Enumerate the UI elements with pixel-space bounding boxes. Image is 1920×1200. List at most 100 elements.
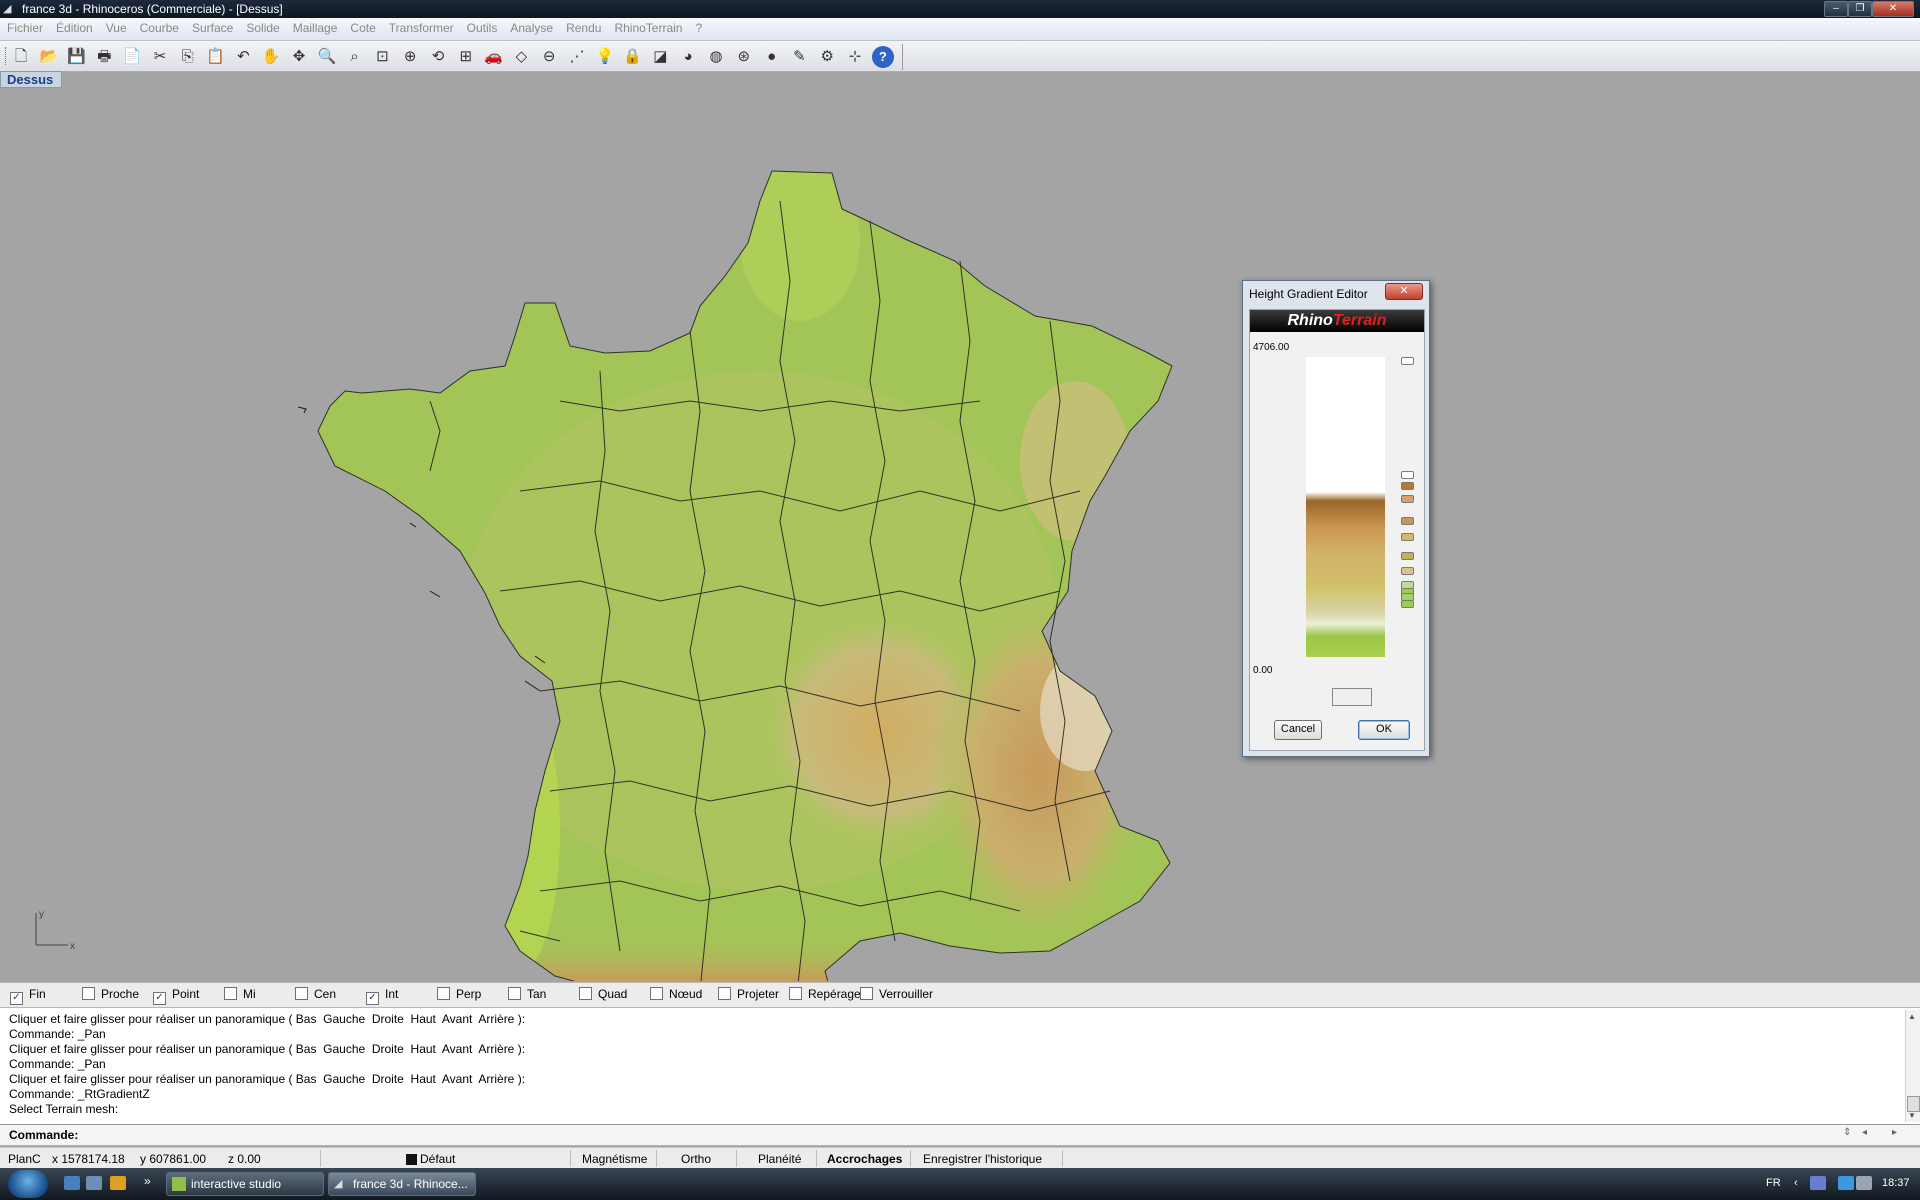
zoom-window-icon[interactable]: ⌕ — [344, 46, 366, 68]
terrain-map-canvas[interactable] — [0, 71, 1920, 1032]
osnap-checkbox[interactable] — [295, 987, 308, 1000]
scroll-thumb[interactable] — [1907, 1096, 1920, 1112]
print-icon[interactable]: 🖶 — [93, 46, 115, 68]
menu-item-10[interactable]: Analyse — [503, 18, 559, 35]
light-bulb-icon[interactable]: 💡 — [594, 46, 616, 68]
command-line[interactable]: Commande: ⇕ ◂ ▸ — [0, 1125, 1920, 1146]
osnap-cen[interactable]: Cen — [295, 987, 336, 1001]
scroll-up-icon[interactable]: ▲ — [1908, 1012, 1916, 1021]
export-icon[interactable]: 📄 — [121, 46, 143, 68]
history-scrollbar[interactable]: ▲ ▼ — [1905, 1010, 1920, 1122]
cplane-icon[interactable]: ⊖ — [538, 46, 560, 68]
menu-item-13[interactable]: ? — [688, 18, 708, 35]
select-points-icon[interactable]: ⋰ — [566, 46, 588, 68]
current-layer[interactable]: Défaut — [420, 1152, 455, 1166]
taskbar-item-interactive-studio[interactable]: interactive studio — [166, 1172, 324, 1196]
toolbar-grip[interactable] — [5, 47, 9, 65]
osnap-tan[interactable]: Tan — [508, 987, 546, 1001]
grid-snap-icon[interactable]: ⊹ — [844, 46, 866, 68]
menu-item-8[interactable]: Transformer — [382, 18, 460, 35]
car-render-icon[interactable]: 🚗 — [483, 46, 505, 68]
zoom-extents-icon[interactable]: ⊡ — [371, 46, 393, 68]
gradient-stop-marker[interactable] — [1401, 600, 1414, 608]
gradient-stop-marker[interactable] — [1401, 567, 1414, 575]
osnap-checkbox[interactable] — [579, 987, 592, 1000]
osnap-checkbox[interactable]: ✓ — [153, 992, 166, 1005]
gradient-stop-marker[interactable] — [1401, 471, 1414, 479]
clock[interactable]: 18:37 — [1882, 1177, 1910, 1189]
spin-arrows-icon[interactable]: ⇕ — [1843, 1127, 1851, 1138]
menu-item-3[interactable]: Courbe — [133, 18, 185, 35]
menu-item-6[interactable]: Maillage — [286, 18, 344, 35]
dialog-close-button[interactable]: ✕ — [1385, 283, 1423, 300]
minimize-button[interactable]: – — [1824, 1, 1848, 17]
menu-item-7[interactable]: Cote — [343, 18, 381, 35]
osnap-checkbox[interactable] — [224, 987, 237, 1000]
pen-tool-icon[interactable]: ✎ — [788, 46, 810, 68]
record-history-toggle[interactable]: Enregistrer l'historique — [923, 1152, 1042, 1166]
cancel-button[interactable]: Cancel — [1274, 720, 1322, 740]
selected-color-swatch[interactable] — [1332, 688, 1372, 706]
settings-gear-icon[interactable]: ⚙ — [816, 46, 838, 68]
volume-icon[interactable] — [1856, 1176, 1872, 1190]
osnap-mi[interactable]: Mi — [224, 987, 256, 1001]
copy-icon[interactable]: ⎘ — [177, 46, 199, 68]
close-button[interactable]: ✕ — [1872, 1, 1914, 17]
osnap-point[interactable]: ✓ Point — [153, 987, 199, 1005]
undo-icon[interactable]: ↶ — [232, 46, 254, 68]
new-file-icon[interactable]: 🗋 — [10, 46, 32, 68]
menu-item-1[interactable]: Édition — [49, 18, 99, 35]
ortho-toggle[interactable]: Ortho — [681, 1152, 711, 1166]
language-indicator[interactable]: FR — [1766, 1177, 1781, 1189]
maximize-button[interactable]: ❐ — [1848, 1, 1872, 17]
magnetism-toggle[interactable]: Magnétisme — [582, 1152, 647, 1166]
cut-icon[interactable]: ✂ — [149, 46, 171, 68]
paste-icon[interactable]: 📋 — [205, 46, 227, 68]
show-desktop-icon[interactable] — [64, 1176, 80, 1190]
osnap-perp[interactable]: Perp — [437, 987, 481, 1001]
scroll-left-icon[interactable]: ◂ — [1862, 1127, 1867, 1138]
osnap-checkbox[interactable] — [650, 987, 663, 1000]
scroll-right-icon[interactable]: ▸ — [1892, 1127, 1897, 1138]
osnap-quad[interactable]: Quad — [579, 987, 627, 1001]
gradient-stop-marker[interactable] — [1401, 357, 1414, 365]
osnap-checkbox[interactable] — [789, 987, 802, 1000]
gradient-stop-marker[interactable] — [1401, 495, 1414, 503]
top-viewport[interactable] — [0, 71, 1920, 1032]
gradient-stop-marker[interactable] — [1401, 552, 1414, 560]
osnap-nœud[interactable]: Nœud — [650, 987, 702, 1001]
osnap-int[interactable]: ✓ Int — [366, 987, 398, 1005]
pan-hand-icon[interactable]: ✋ — [260, 46, 282, 68]
osnap-checkbox[interactable]: ✓ — [10, 992, 23, 1005]
menu-item-0[interactable]: Fichier — [0, 18, 49, 35]
open-folder-icon[interactable]: 📂 — [38, 46, 60, 68]
osnap-proche[interactable]: Proche — [82, 987, 139, 1001]
menu-item-2[interactable]: Vue — [99, 18, 133, 35]
render-sphere-icon[interactable]: ● — [761, 46, 783, 68]
gradient-stop-marker[interactable] — [1401, 533, 1414, 541]
menu-item-5[interactable]: Solide — [239, 18, 285, 35]
network-icon[interactable] — [1838, 1176, 1854, 1190]
osnap-checkbox[interactable]: ✓ — [366, 992, 379, 1005]
tray-app-icon[interactable] — [1810, 1176, 1826, 1190]
height-gradient-bar[interactable] — [1306, 357, 1385, 657]
plane-icon[interactable]: ◇ — [510, 46, 532, 68]
osnap-checkbox[interactable] — [82, 987, 95, 1000]
scroll-down-icon[interactable]: ▼ — [1908, 1111, 1916, 1120]
quicklaunch-expand[interactable]: » — [144, 1174, 151, 1188]
tray-expand-icon[interactable]: ‹ — [1794, 1177, 1798, 1189]
osnap-checkbox[interactable] — [508, 987, 521, 1000]
help-icon[interactable]: ? — [871, 46, 894, 68]
media-player-icon[interactable] — [110, 1176, 126, 1190]
menu-item-12[interactable]: RhinoTerrain — [607, 18, 688, 35]
osnap-repérage[interactable]: Repérage — [789, 987, 861, 1001]
ok-button[interactable]: OK — [1358, 720, 1410, 740]
osnap-fin[interactable]: ✓ Fin — [10, 987, 46, 1005]
save-icon[interactable]: 💾 — [66, 46, 88, 68]
osnap-checkbox[interactable] — [718, 987, 731, 1000]
rotate-view-icon[interactable]: ⟲ — [427, 46, 449, 68]
menu-item-9[interactable]: Outils — [460, 18, 504, 35]
zoom-selected-icon[interactable]: ⊕ — [399, 46, 421, 68]
move-icon[interactable]: ✥ — [288, 46, 310, 68]
gradient-stop-marker[interactable] — [1401, 517, 1414, 525]
